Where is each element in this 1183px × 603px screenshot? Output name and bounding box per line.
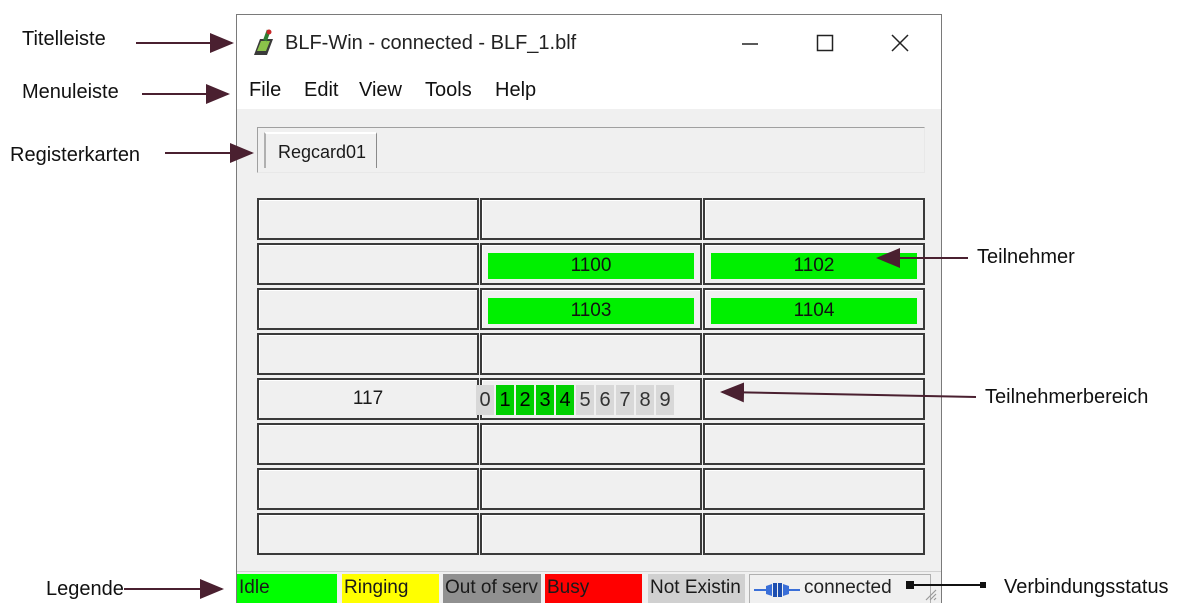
- arrow-teilnehmerbereich: [720, 382, 977, 403]
- annotation-arrows: [124, 33, 986, 599]
- arrow-verbindungsstatus-end: [906, 581, 914, 589]
- arrow-verbindungsstatus-start: [980, 582, 986, 588]
